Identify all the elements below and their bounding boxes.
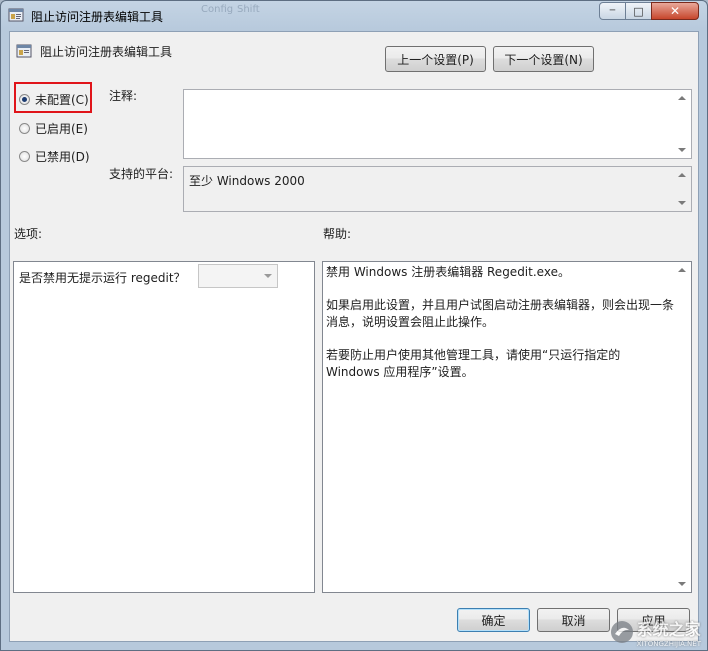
help-scrollbar[interactable] (674, 262, 691, 592)
radio-enabled[interactable]: 已启用(E) (19, 120, 88, 137)
policy-dialog-window: 阻止访问注册表编辑工具 Config Shift ─ □ ✕ 阻止访问注册表编辑… (0, 0, 708, 651)
comment-label: 注释: (109, 89, 138, 103)
policy-settings-icon (16, 44, 32, 58)
scroll-up-arrow-icon (678, 96, 686, 100)
policy-settings-icon (8, 8, 24, 22)
options-panel: 是否禁用无提示运行 regedit？ (13, 261, 315, 593)
help-text: 禁用 Windows 注册表编辑器 Regedit.exe。 如果启用此设置，并… (326, 264, 674, 397)
chevron-down-icon (264, 274, 272, 278)
radio-unselected-icon (19, 151, 30, 162)
radio-label: 已禁用(D) (35, 150, 90, 164)
radio-label: 未配置(C) (35, 93, 89, 107)
radio-not-configured[interactable]: 未配置(C) (19, 91, 89, 108)
previous-setting-button[interactable]: 上一个设置(P) (385, 46, 486, 72)
radio-selected-icon (19, 94, 30, 105)
platform-label: 支持的平台: (109, 167, 174, 181)
minimize-button[interactable]: ─ (599, 2, 626, 20)
close-button[interactable]: ✕ (651, 2, 699, 20)
help-paragraph: 禁用 Windows 注册表编辑器 Regedit.exe。 (326, 265, 570, 279)
minimize-icon: ─ (609, 6, 616, 16)
options-label: 选项: (14, 227, 43, 241)
comment-textarea[interactable] (183, 89, 692, 159)
platform-field: 至少 Windows 2000 (183, 166, 692, 212)
cancel-button[interactable]: 取消 (537, 608, 610, 632)
platform-scrollbar[interactable] (674, 167, 691, 211)
watermark-text: 系统之家 (636, 620, 701, 639)
disable-silent-regedit-dropdown[interactable] (198, 264, 278, 288)
scroll-down-arrow-icon (678, 582, 686, 586)
radio-unselected-icon (19, 123, 30, 134)
next-setting-button[interactable]: 下一个设置(N) (493, 46, 594, 72)
comment-scrollbar[interactable] (674, 90, 691, 158)
scroll-up-arrow-icon (678, 268, 686, 272)
dialog-client-area: 阻止访问注册表编辑工具 上一个设置(P) 下一个设置(N) 未配置(C) 已启用… (9, 31, 699, 642)
radio-disabled[interactable]: 已禁用(D) (19, 148, 90, 165)
maximize-icon: □ (633, 4, 644, 18)
help-paragraph: 若要防止用户使用其他管理工具，请使用“只运行指定的 Windows 应用程序”设… (326, 348, 621, 379)
watermark-subtext: XITONGZHIJIA.NET (636, 640, 701, 648)
background-tab: Shift (237, 4, 260, 15)
watermark-logo-icon (610, 621, 633, 643)
ok-button[interactable]: 确定 (457, 608, 530, 632)
policy-title: 阻止访问注册表编辑工具 (40, 45, 173, 59)
scroll-down-arrow-icon (678, 201, 686, 205)
platform-value: 至少 Windows 2000 (189, 174, 305, 188)
title-bar[interactable]: 阻止访问注册表编辑工具 Config Shift ─ □ ✕ (1, 1, 707, 31)
scroll-up-arrow-icon (678, 173, 686, 177)
window-title: 阻止访问注册表编辑工具 (31, 10, 164, 24)
background-tab: Config (201, 4, 234, 15)
site-watermark: 系统之家 XITONGZHIJIA.NET (610, 616, 701, 648)
radio-label: 已启用(E) (35, 122, 88, 136)
disable-silent-regedit-question: 是否禁用无提示运行 regedit？ (19, 271, 186, 285)
maximize-button[interactable]: □ (625, 2, 652, 20)
help-panel: 禁用 Windows 注册表编辑器 Regedit.exe。 如果启用此设置，并… (322, 261, 692, 593)
scroll-down-arrow-icon (678, 148, 686, 152)
help-label: 帮助: (323, 227, 352, 241)
close-icon: ✕ (669, 4, 681, 18)
help-paragraph: 如果启用此设置，并且用户试图启动注册表编辑器，则会出现一条消息，说明设置会阻止此… (326, 298, 675, 329)
